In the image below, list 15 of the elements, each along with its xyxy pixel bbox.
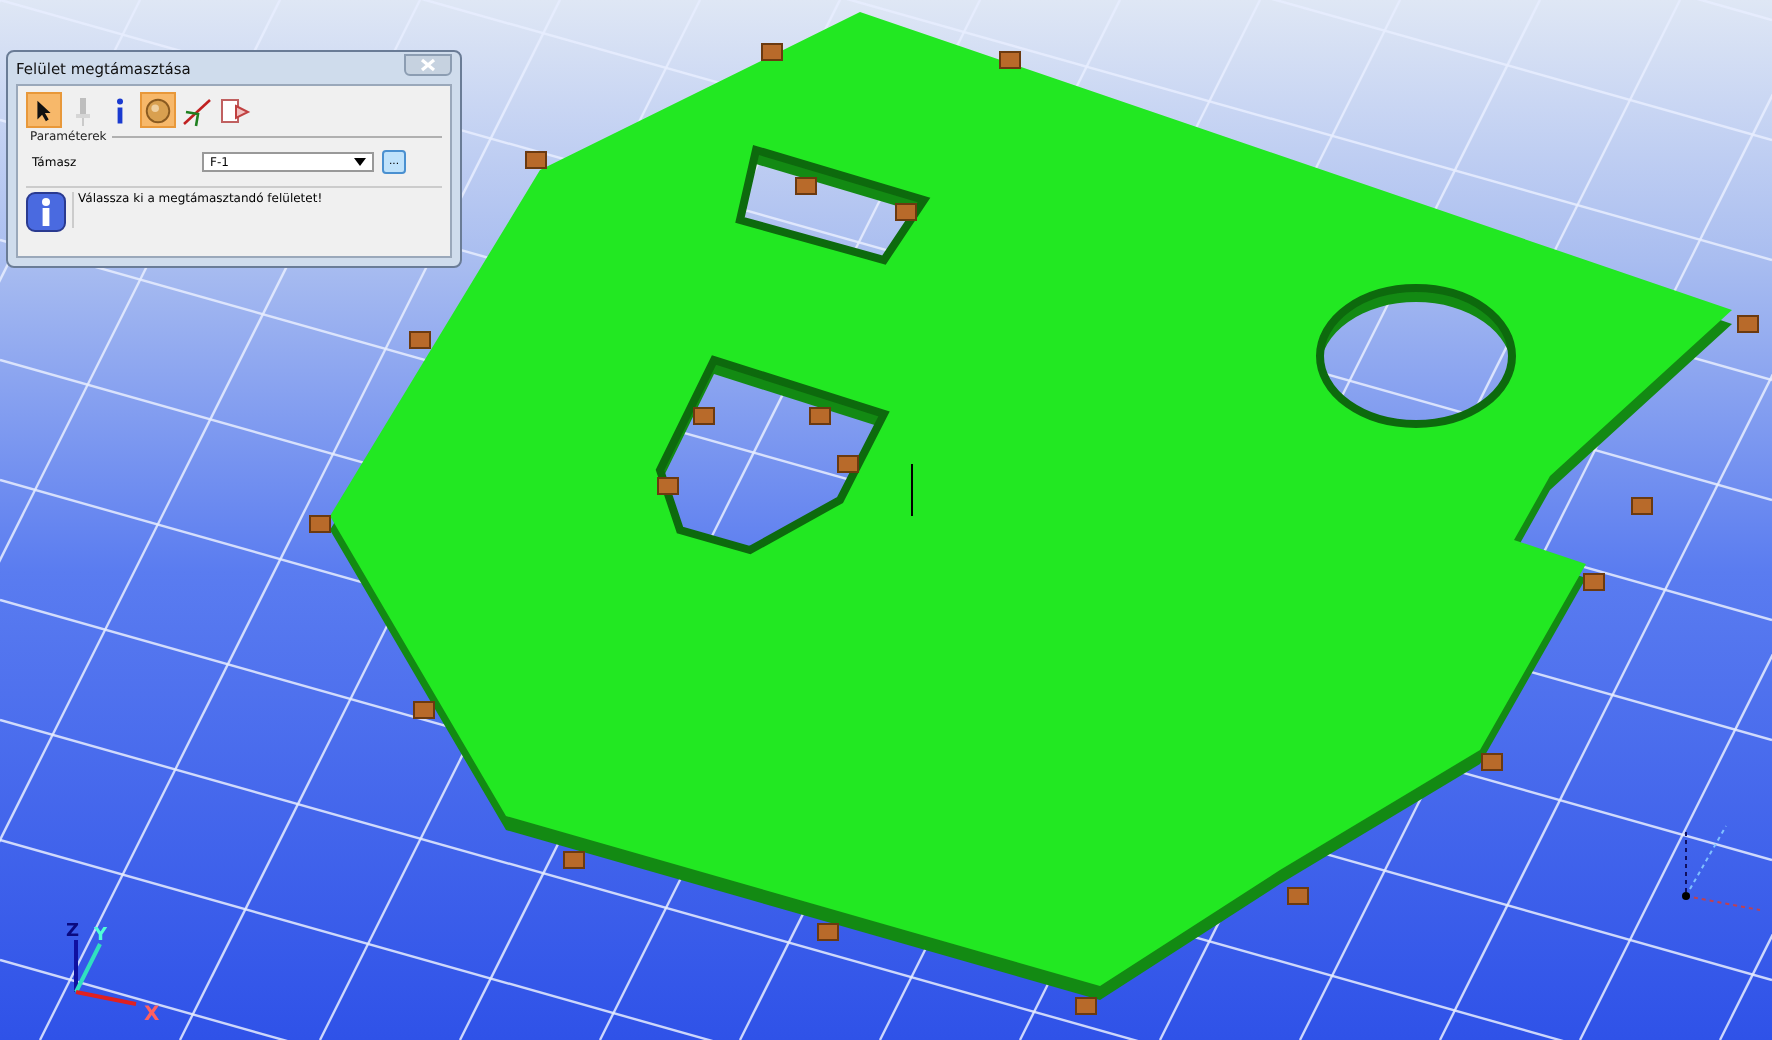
caret-icon: [354, 158, 366, 166]
toolbar-button[interactable]: [26, 92, 62, 128]
info-icon: [116, 97, 124, 123]
axis-label: X: [144, 1006, 160, 1026]
export-icon: [217, 93, 251, 127]
axis-triad-drawing: [74, 940, 137, 1006]
axis-label: Z: [66, 922, 80, 942]
axis-label: Y: [94, 926, 108, 946]
axis-triad-drawing: [1682, 825, 1761, 911]
cursor-line: [911, 463, 913, 517]
sphere-icon: [142, 93, 174, 127]
close-button[interactable]: [404, 53, 452, 75]
close-icon: [420, 57, 436, 71]
info-icon: [26, 192, 66, 232]
axes-icon: [179, 93, 213, 127]
